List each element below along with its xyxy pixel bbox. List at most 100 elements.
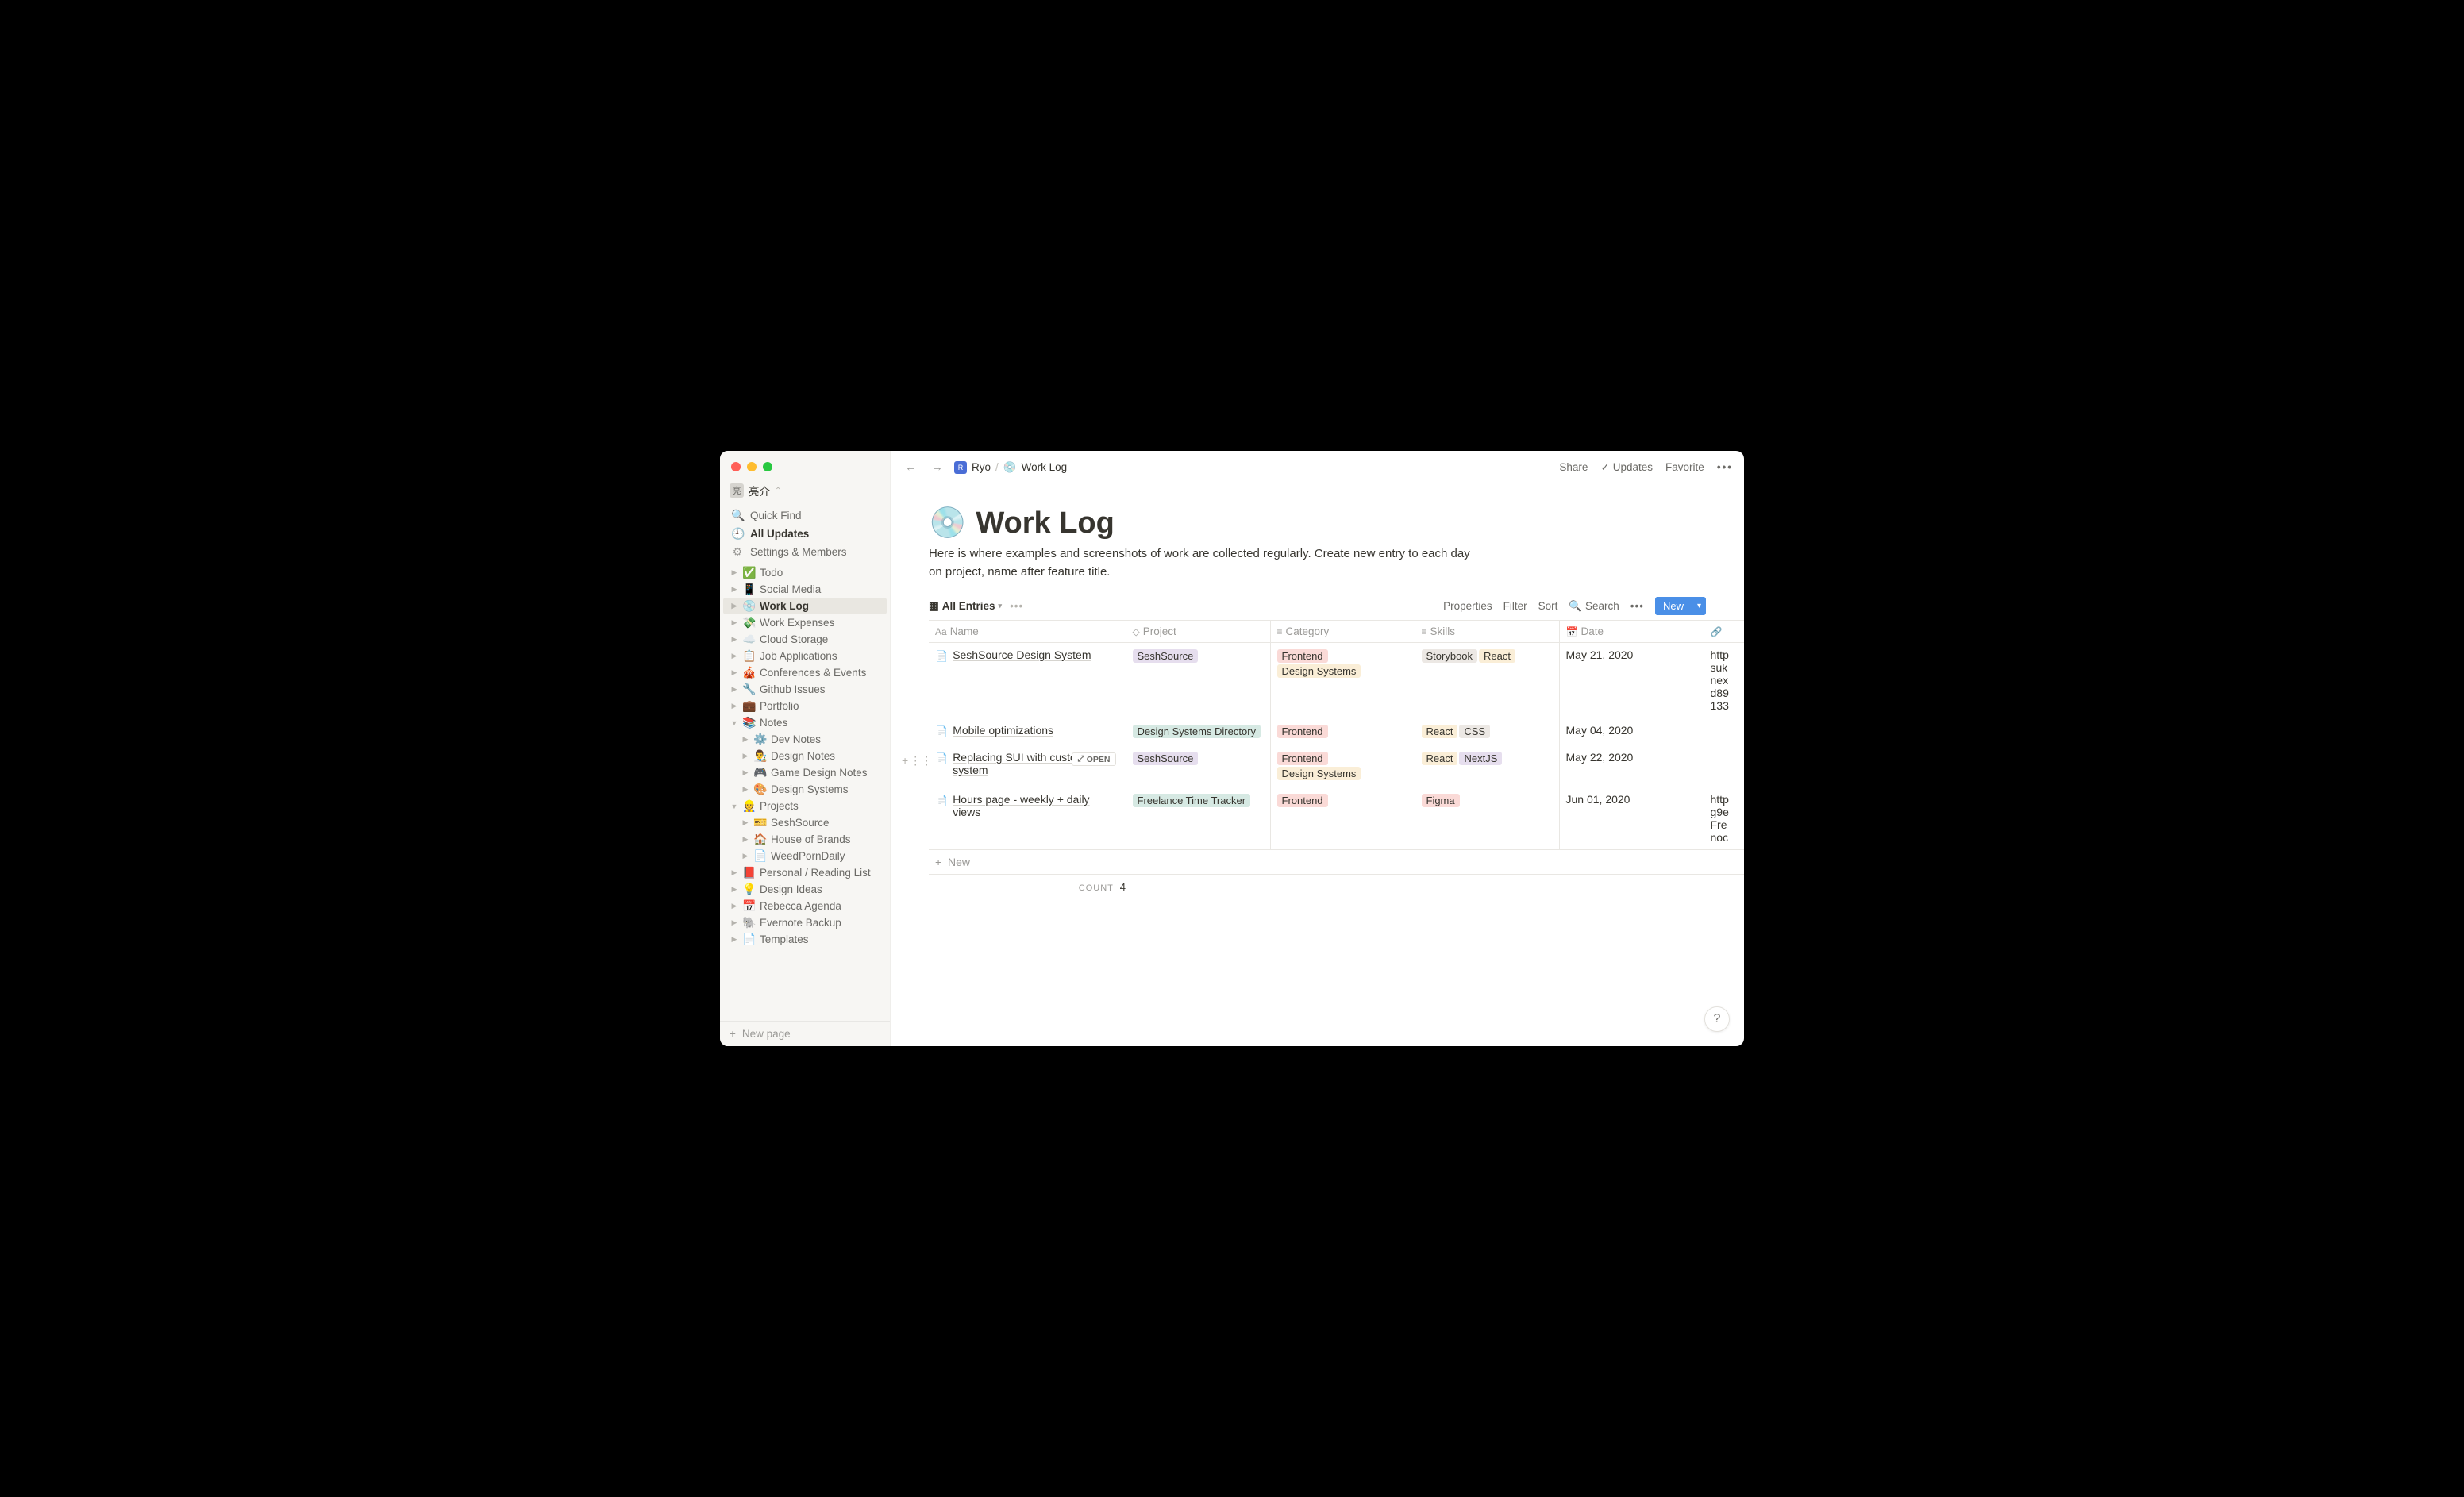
caret-icon[interactable]: ▶ bbox=[741, 835, 750, 844]
cell-skills[interactable]: ReactNextJS bbox=[1415, 745, 1559, 787]
caret-icon[interactable]: ▶ bbox=[730, 685, 739, 694]
quick-find[interactable]: 🔍 Quick Find bbox=[723, 506, 887, 525]
cell-link[interactable]: httpg9eFrenoc bbox=[1704, 787, 1744, 850]
tag[interactable]: SeshSource bbox=[1133, 649, 1199, 663]
sidebar-item[interactable]: ▶📋Job Applications bbox=[723, 648, 887, 664]
cell-category[interactable]: Frontend bbox=[1270, 718, 1415, 745]
row-title[interactable]: Hours page - weekly + daily views bbox=[953, 793, 1118, 818]
settings-members[interactable]: ⚙ Settings & Members bbox=[723, 543, 887, 561]
sidebar-item[interactable]: ▶📕Personal / Reading List bbox=[723, 864, 887, 881]
table-row[interactable]: 📄Hours page - weekly + daily viewsFreela… bbox=[929, 787, 1744, 850]
cell-category[interactable]: Frontend Design Systems bbox=[1270, 745, 1415, 787]
new-row-button[interactable]: + New bbox=[929, 850, 1744, 875]
tag[interactable]: React bbox=[1422, 752, 1458, 765]
minimize-window-button[interactable] bbox=[747, 462, 757, 471]
tag[interactable]: Frontend bbox=[1277, 649, 1328, 663]
caret-icon[interactable]: ▶ bbox=[730, 702, 739, 710]
sidebar-item[interactable]: ▶🎪Conferences & Events bbox=[723, 664, 887, 681]
sidebar-item[interactable]: ▼📚Notes bbox=[723, 714, 887, 731]
caret-icon[interactable]: ▶ bbox=[730, 618, 739, 627]
new-button-dropdown[interactable]: ▾ bbox=[1692, 597, 1706, 615]
caret-icon[interactable]: ▶ bbox=[741, 768, 750, 777]
open-page-button[interactable]: ⤢ OPEN bbox=[1072, 752, 1115, 766]
view-more-button[interactable]: ••• bbox=[1010, 600, 1023, 612]
new-entry-button[interactable]: New ▾ bbox=[1655, 597, 1706, 615]
sidebar-item[interactable]: ▶💡Design Ideas bbox=[723, 881, 887, 898]
page-emoji[interactable]: 💿 bbox=[929, 506, 966, 541]
nav-forward-button[interactable]: → bbox=[928, 459, 946, 475]
caret-icon[interactable]: ▶ bbox=[741, 752, 750, 760]
db-more-button[interactable]: ••• bbox=[1630, 600, 1644, 612]
maximize-window-button[interactable] bbox=[763, 462, 772, 471]
sidebar-item[interactable]: ▶🐘Evernote Backup bbox=[723, 914, 887, 931]
sidebar-item[interactable]: ▶☁️Cloud Storage bbox=[723, 631, 887, 648]
breadcrumb-root[interactable]: Ryo bbox=[972, 461, 991, 473]
sidebar-item[interactable]: ▶💸Work Expenses bbox=[723, 614, 887, 631]
cell-skills[interactable]: ReactCSS bbox=[1415, 718, 1559, 745]
tag[interactable]: Frontend bbox=[1277, 752, 1328, 765]
view-selector[interactable]: ▦ All Entries ▾ bbox=[929, 600, 1002, 613]
cell-category[interactable]: FrontendDesign Systems bbox=[1270, 643, 1415, 718]
table-row[interactable]: 📄SeshSource Design SystemSeshSourceFront… bbox=[929, 643, 1744, 718]
sidebar-item[interactable]: ▶💿Work Log bbox=[723, 598, 887, 614]
sidebar-item[interactable]: ▶⚙️Dev Notes bbox=[723, 731, 887, 748]
caret-icon[interactable]: ▶ bbox=[730, 902, 739, 910]
add-row-icon[interactable]: + bbox=[902, 754, 908, 768]
caret-icon[interactable]: ▶ bbox=[730, 935, 739, 944]
caret-icon[interactable]: ▶ bbox=[741, 818, 750, 827]
sidebar-item[interactable]: ▼👷Projects bbox=[723, 798, 887, 814]
cell-category[interactable]: Frontend bbox=[1270, 787, 1415, 850]
column-header-date[interactable]: 📅Date bbox=[1559, 621, 1704, 643]
column-header-project[interactable]: ◇Project bbox=[1126, 621, 1270, 643]
tag[interactable]: Figma bbox=[1422, 794, 1460, 807]
cell-project[interactable]: SeshSource bbox=[1126, 745, 1270, 787]
cell-date[interactable]: May 21, 2020 bbox=[1559, 643, 1704, 718]
caret-icon[interactable]: ▶ bbox=[730, 652, 739, 660]
sidebar-item[interactable]: ▶✅Todo bbox=[723, 564, 887, 581]
share-button[interactable]: Share bbox=[1559, 461, 1588, 473]
caret-icon[interactable]: ▶ bbox=[730, 635, 739, 644]
nav-back-button[interactable]: ← bbox=[902, 459, 920, 475]
sidebar-item[interactable]: ▶💼Portfolio bbox=[723, 698, 887, 714]
tag[interactable]: Freelance Time Tracker bbox=[1133, 794, 1251, 807]
tag[interactable]: NextJS bbox=[1459, 752, 1502, 765]
search-button[interactable]: 🔍 Search bbox=[1569, 600, 1619, 613]
cell-date[interactable]: May 04, 2020 bbox=[1559, 718, 1704, 745]
sidebar-item[interactable]: ▶📄WeedPornDaily bbox=[723, 848, 887, 864]
sort-button[interactable]: Sort bbox=[1538, 600, 1558, 612]
all-updates[interactable]: 🕘 All Updates bbox=[723, 525, 887, 543]
workspace-switcher[interactable]: 亮 亮介 ⌃ bbox=[720, 479, 890, 506]
tag[interactable]: Frontend bbox=[1277, 725, 1328, 738]
sidebar-item[interactable]: ▶🔧Github Issues bbox=[723, 681, 887, 698]
row-title[interactable]: Mobile optimizations bbox=[953, 724, 1053, 737]
caret-icon[interactable]: ▶ bbox=[730, 918, 739, 927]
caret-icon[interactable]: ▼ bbox=[730, 802, 739, 810]
caret-icon[interactable]: ▶ bbox=[741, 852, 750, 860]
tag[interactable]: React bbox=[1479, 649, 1515, 663]
filter-button[interactable]: Filter bbox=[1503, 600, 1527, 612]
properties-button[interactable]: Properties bbox=[1443, 600, 1492, 612]
more-menu-button[interactable]: ••• bbox=[1717, 461, 1733, 473]
cell-skills[interactable]: StorybookReact bbox=[1415, 643, 1559, 718]
sidebar-item[interactable]: ▶👨‍🎨Design Notes bbox=[723, 748, 887, 764]
cell-skills[interactable]: Figma bbox=[1415, 787, 1559, 850]
tag[interactable]: React bbox=[1422, 725, 1458, 738]
caret-icon[interactable]: ▼ bbox=[730, 719, 739, 727]
breadcrumb-page[interactable]: Work Log bbox=[1022, 461, 1068, 473]
tag[interactable]: Design Systems bbox=[1277, 664, 1361, 678]
cell-link[interactable] bbox=[1704, 745, 1744, 787]
new-page-button[interactable]: + New page bbox=[720, 1021, 890, 1046]
sidebar-item[interactable]: ▶📅Rebecca Agenda bbox=[723, 898, 887, 914]
tag[interactable]: Design Systems bbox=[1277, 767, 1361, 780]
cell-link[interactable]: httpsuknexd89133 bbox=[1704, 643, 1744, 718]
tag[interactable]: Design Systems Directory bbox=[1133, 725, 1261, 738]
caret-icon[interactable]: ▶ bbox=[730, 585, 739, 594]
tag[interactable]: Frontend bbox=[1277, 794, 1328, 807]
sidebar-item[interactable]: ▶🎮Game Design Notes bbox=[723, 764, 887, 781]
sidebar-item[interactable]: ▶📱Social Media bbox=[723, 581, 887, 598]
sidebar-item[interactable]: ▶📄Templates bbox=[723, 931, 887, 948]
table-row[interactable]: 📄Mobile optimizationsDesign Systems Dire… bbox=[929, 718, 1744, 745]
sidebar-item[interactable]: ▶🎫SeshSource bbox=[723, 814, 887, 831]
help-button[interactable]: ? bbox=[1704, 1006, 1730, 1032]
table-row[interactable]: +⋮⋮⤢ OPEN📄Replacing SUI with custom syst… bbox=[929, 745, 1744, 787]
